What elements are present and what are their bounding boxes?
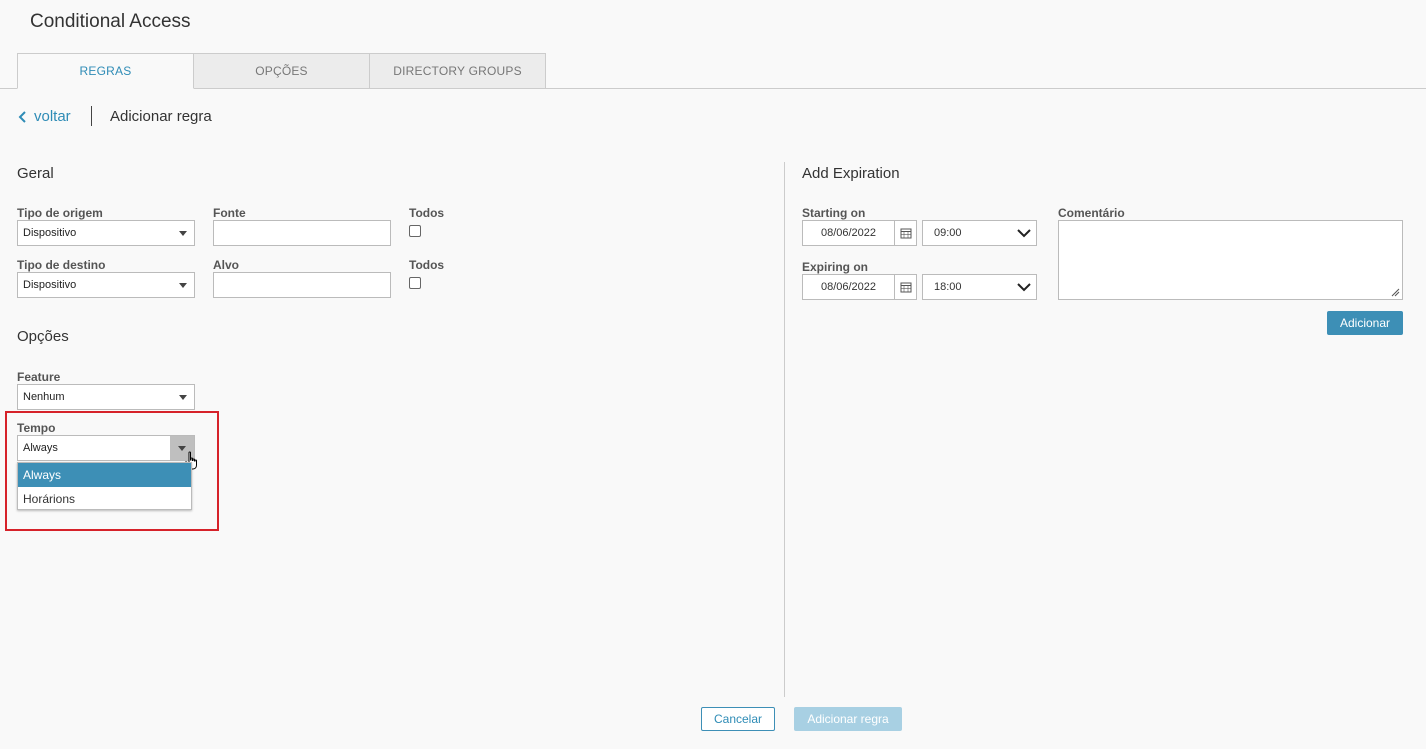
tab-divider — [0, 88, 1426, 89]
starting-date-picker[interactable]: 08/06/2022 — [802, 220, 917, 246]
expiring-time-value: 18:00 — [934, 281, 962, 293]
section-title-geral: Geral — [17, 165, 54, 182]
fonte-label: Fonte — [213, 206, 246, 220]
alvo-input[interactable] — [213, 272, 391, 298]
page-title: Adicionar regra — [110, 108, 212, 125]
section-title-expiration: Add Expiration — [802, 165, 900, 182]
expiring-time-select[interactable]: 18:00 — [922, 274, 1037, 300]
caret-down-icon — [179, 283, 187, 288]
column-divider — [784, 162, 785, 697]
alvo-label: Alvo — [213, 258, 240, 272]
caret-down-icon — [179, 231, 187, 236]
tempo-select[interactable]: Always — [17, 435, 195, 461]
starting-on-label: Starting on — [802, 206, 866, 220]
tipo-destino-label: Tipo de destino — [17, 258, 106, 272]
tipo-destino-value: Dispositivo — [23, 279, 77, 291]
back-link[interactable]: voltar — [18, 108, 71, 125]
starting-time-value: 09:00 — [934, 227, 962, 239]
tipo-origem-select[interactable]: Dispositivo — [17, 220, 195, 246]
tempo-label: Tempo — [17, 421, 56, 435]
todos-checkbox-2[interactable] — [409, 277, 421, 289]
tipo-origem-label: Tipo de origem — [17, 206, 103, 220]
feature-value: Nenhum — [23, 391, 65, 403]
todos-label-1: Todos — [409, 206, 445, 220]
calendar-icon[interactable] — [894, 221, 916, 245]
expiring-on-label: Expiring on — [802, 260, 868, 274]
tempo-option-horarios[interactable]: Horárions — [18, 487, 191, 511]
starting-date-value: 08/06/2022 — [820, 227, 877, 239]
caret-down-icon — [179, 395, 187, 400]
expiring-date-picker[interactable]: 08/06/2022 — [802, 274, 917, 300]
chevron-down-icon[interactable] — [1012, 275, 1036, 299]
resize-handle-icon[interactable] — [1391, 288, 1400, 297]
cancel-button[interactable]: Cancelar — [701, 707, 775, 731]
expiring-date-value: 08/06/2022 — [820, 281, 877, 293]
feature-select[interactable]: Nenhum — [17, 384, 195, 410]
tab-regras[interactable]: REGRAS — [17, 53, 194, 89]
tipo-origem-value: Dispositivo — [23, 227, 77, 239]
comentario-label: Comentário — [1058, 206, 1125, 220]
adicionar-button[interactable]: Adicionar — [1327, 311, 1403, 335]
tab-directory-groups[interactable]: DIRECTORY GROUPS — [369, 53, 546, 89]
chevron-left-icon — [18, 110, 26, 123]
tempo-value: Always — [23, 442, 58, 454]
back-link-label: voltar — [34, 108, 71, 125]
comentario-textarea[interactable] — [1058, 220, 1403, 300]
breadcrumb-separator — [91, 106, 92, 126]
add-rule-button[interactable]: Adicionar regra — [794, 707, 902, 731]
tempo-option-always[interactable]: Always — [18, 463, 191, 487]
chevron-down-icon[interactable] — [1012, 221, 1036, 245]
tab-bar: REGRAS OPÇÕES DIRECTORY GROUPS — [17, 53, 546, 89]
tab-opcoes[interactable]: OPÇÕES — [193, 53, 370, 89]
feature-label: Feature — [17, 370, 61, 384]
todos-checkbox-1[interactable] — [409, 225, 421, 237]
app-title: Conditional Access — [30, 11, 191, 32]
starting-time-select[interactable]: 09:00 — [922, 220, 1037, 246]
section-title-opcoes: Opções — [17, 328, 69, 345]
todos-label-2: Todos — [409, 258, 445, 272]
calendar-icon[interactable] — [894, 275, 916, 299]
tempo-dropdown-list: Always Horárions — [17, 462, 192, 510]
tipo-destino-select[interactable]: Dispositivo — [17, 272, 195, 298]
fonte-input[interactable] — [213, 220, 391, 246]
